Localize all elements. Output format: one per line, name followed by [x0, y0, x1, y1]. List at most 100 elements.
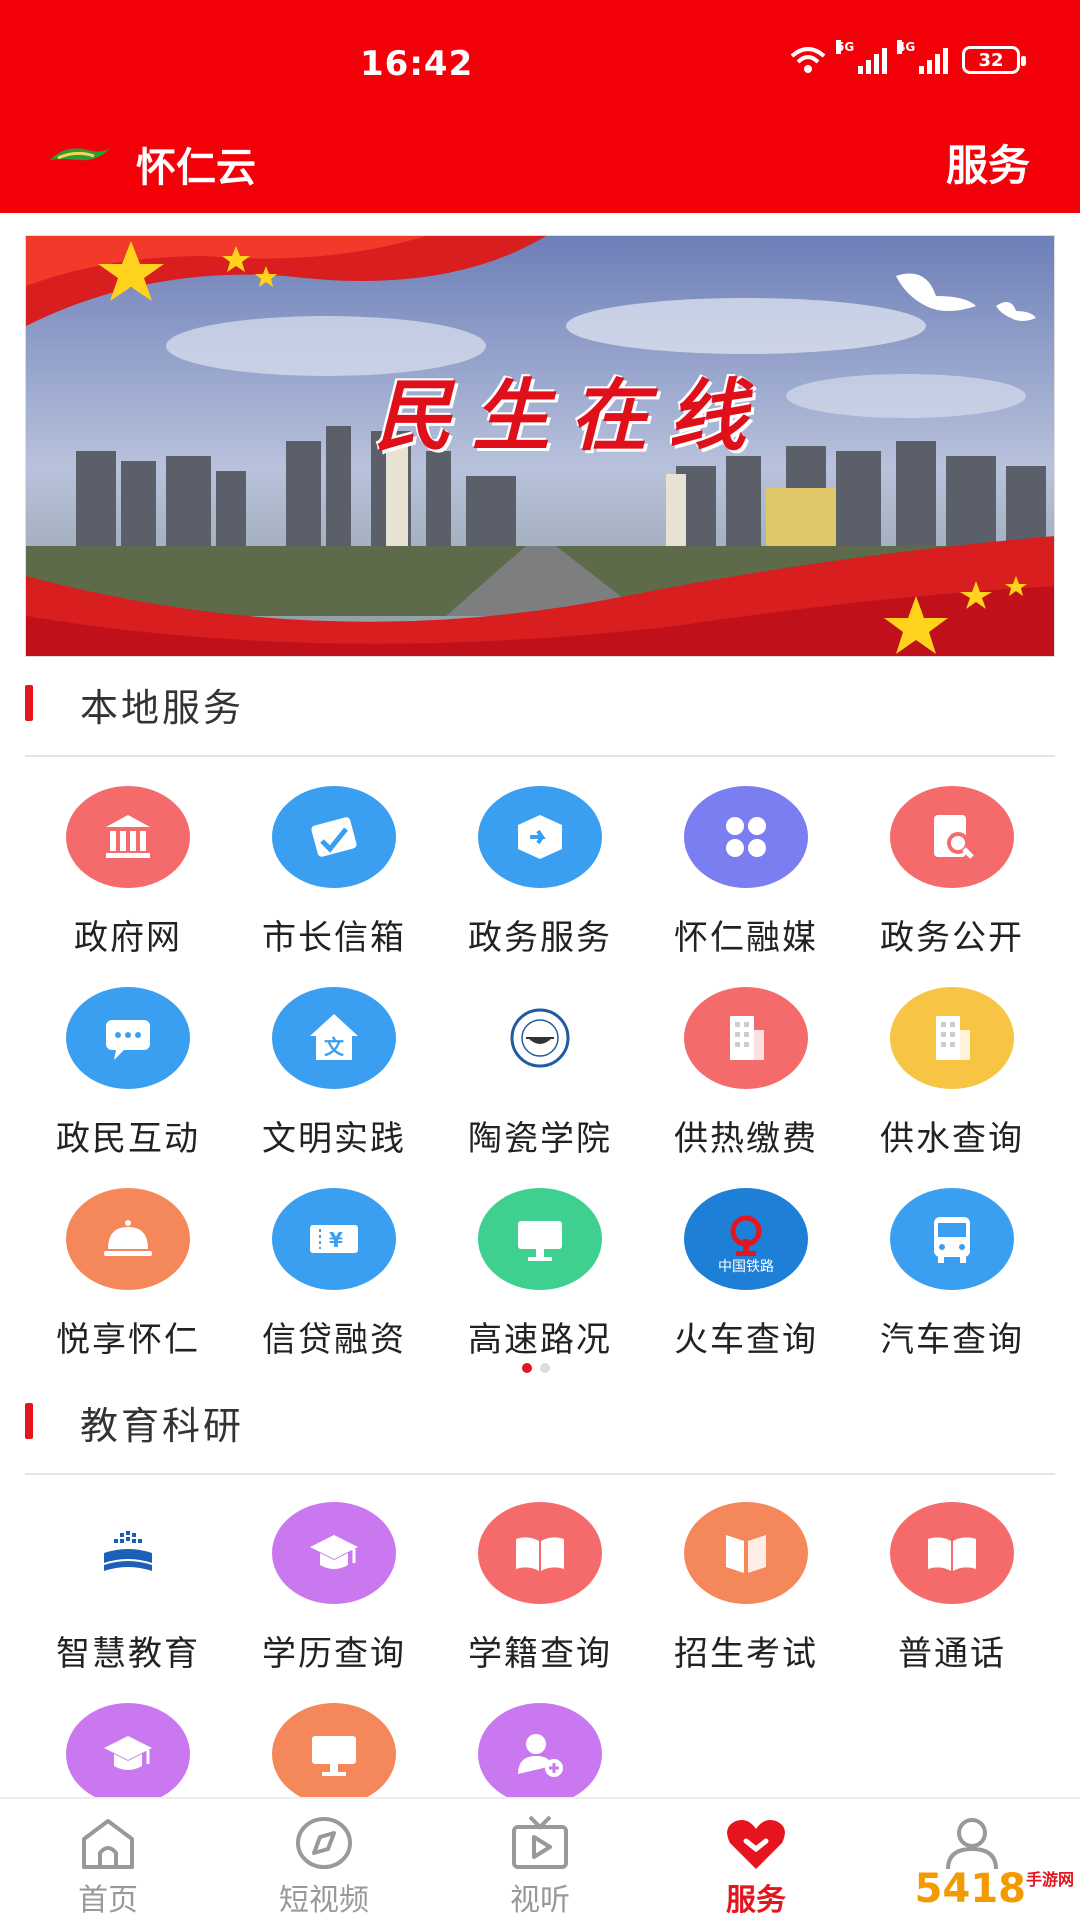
nav-label: 视听	[510, 1883, 570, 1918]
section-accent-bar	[25, 685, 33, 721]
service-label: 政府网	[74, 918, 182, 958]
svg-text:¥: ¥	[329, 1228, 343, 1252]
icon-sublabel: 中国铁路	[718, 1259, 774, 1275]
service-label: 怀仁融媒	[674, 918, 818, 958]
nav-item[interactable]: 服务	[648, 1799, 864, 1920]
status-icons: 5G 4G 32	[790, 40, 1026, 74]
service-label: 高速路况	[468, 1320, 612, 1360]
banner-carousel[interactable]: 民生在线	[25, 235, 1055, 657]
signal-label: 4G	[897, 40, 916, 54]
graduation-cap-icon	[66, 1703, 190, 1805]
service-label: 信贷融资	[262, 1320, 406, 1360]
service-tile[interactable]: ¥ 信贷融资	[231, 1188, 437, 1388]
service-tile[interactable]: 学籍查询	[437, 1502, 643, 1702]
section-title: 教育科研	[80, 1404, 245, 1448]
food-cloche-icon	[66, 1188, 190, 1290]
service-tile[interactable]: 供热缴费	[643, 987, 849, 1187]
watermark-logo: 5418手游网	[915, 1866, 1074, 1912]
government-building-icon	[66, 786, 190, 888]
nav-label: 服务	[726, 1883, 786, 1918]
service-label: 陶瓷学院	[468, 1119, 612, 1159]
battery-icon: 32	[962, 46, 1026, 74]
service-label: 智慧教育	[56, 1634, 200, 1674]
smart-education-logo-icon	[66, 1502, 190, 1604]
open-book-icon	[890, 1502, 1014, 1604]
service-label: 悦享怀仁	[56, 1320, 200, 1360]
banner-title: 民生在线	[374, 371, 767, 462]
watermark-text: 5418	[914, 1866, 1026, 1912]
page-indicator	[522, 1363, 550, 1373]
service-tile[interactable]: 政务公开	[849, 786, 1055, 986]
user-add-icon	[478, 1703, 602, 1805]
box-arrow-icon	[478, 786, 602, 888]
service-tile[interactable]: 学历查询	[231, 1502, 437, 1702]
building-icon	[890, 987, 1014, 1089]
college-seal-icon	[478, 987, 602, 1089]
monitor-icon	[478, 1188, 602, 1290]
service-label: 政务服务	[468, 918, 612, 958]
status-time: 16:42	[360, 44, 474, 84]
app-title: 怀仁云	[136, 145, 256, 191]
china-railway-icon: 中国铁路	[684, 1188, 808, 1290]
section-header-education: 教育科研	[25, 1375, 1055, 1475]
signal-5g-icon: 5G	[836, 40, 887, 74]
svg-text:文: 文	[324, 1035, 345, 1059]
service-tile[interactable]: 市长信箱	[231, 786, 437, 986]
app-logo-icon	[50, 148, 110, 161]
service-tile[interactable]: 政务服务	[437, 786, 643, 986]
graduation-cap-icon	[272, 1502, 396, 1604]
service-label: 火车查询	[674, 1320, 818, 1360]
section-accent-bar	[25, 1403, 33, 1439]
service-tile[interactable]: 陶瓷学院	[437, 987, 643, 1187]
service-label: 汽车查询	[880, 1320, 1024, 1360]
service-tile[interactable]: 招生考试	[643, 1502, 849, 1702]
service-label: 普通话	[898, 1634, 1006, 1674]
wifi-icon	[790, 47, 826, 73]
service-label: 招生考试	[674, 1634, 818, 1674]
service-tile[interactable]: 文文明实践	[231, 987, 437, 1187]
bus-icon	[890, 1188, 1014, 1290]
signal-label: 5G	[836, 40, 855, 54]
watermark-sub: 手游网	[1025, 1870, 1074, 1889]
service-tile[interactable]: 普通话	[849, 1502, 1055, 1702]
mail-check-icon	[272, 786, 396, 888]
service-label: 供热缴费	[674, 1119, 818, 1159]
service-tile[interactable]: 中国铁路 火车查询	[643, 1188, 849, 1388]
monitor-icon	[272, 1703, 396, 1805]
chat-bubble-icon	[66, 987, 190, 1089]
service-tile[interactable]: 智慧教育	[25, 1502, 231, 1702]
document-search-icon	[890, 786, 1014, 888]
service-label: 市长信箱	[262, 918, 406, 958]
service-label: 学籍查询	[468, 1634, 612, 1674]
page-title: 服务	[945, 141, 1030, 190]
grid-four-icon	[684, 786, 808, 888]
service-tile[interactable]: 政民互动	[25, 987, 231, 1187]
signal-4g-icon: 4G	[897, 40, 948, 74]
section-header-local-services: 本地服务	[25, 657, 1055, 757]
nav-item[interactable]: 短视频	[216, 1799, 432, 1920]
top-header: 16:42 5G 4G 32 怀仁云 服务	[0, 0, 1080, 213]
nav-item[interactable]: 首页	[0, 1799, 216, 1920]
section-title: 本地服务	[80, 686, 245, 730]
service-label: 学历查询	[262, 1634, 406, 1674]
house-wen-icon: 文	[272, 987, 396, 1089]
service-tile[interactable]: 高速路况	[437, 1188, 643, 1388]
building-icon	[684, 987, 808, 1089]
open-book-icon	[478, 1502, 602, 1604]
book-icon	[684, 1502, 808, 1604]
service-tile[interactable]: 悦享怀仁	[25, 1188, 231, 1388]
nav-label: 短视频	[279, 1883, 369, 1918]
yen-ticket-icon: ¥	[272, 1188, 396, 1290]
service-label: 文明实践	[262, 1119, 406, 1159]
nav-label: 首页	[78, 1883, 138, 1918]
service-label: 政务公开	[880, 918, 1024, 958]
page-dot-active	[522, 1363, 532, 1373]
service-label: 政民互动	[56, 1119, 200, 1159]
service-tile[interactable]: 供水查询	[849, 987, 1055, 1187]
service-tile[interactable]: 汽车查询	[849, 1188, 1055, 1388]
nav-item[interactable]: 视听	[432, 1799, 648, 1920]
service-label: 供水查询	[880, 1119, 1024, 1159]
page-dot	[540, 1363, 550, 1373]
service-tile[interactable]: 怀仁融媒	[643, 786, 849, 986]
service-tile[interactable]: 政府网	[25, 786, 231, 986]
